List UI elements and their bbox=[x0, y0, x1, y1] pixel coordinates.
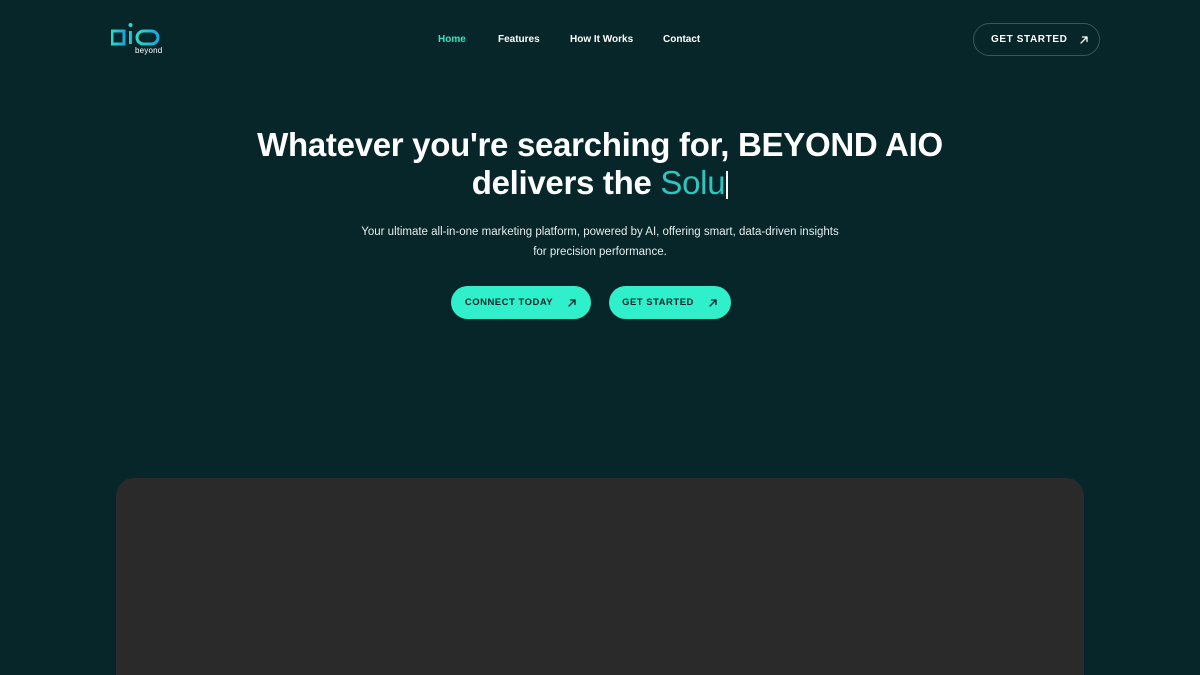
header-get-started-button[interactable]: GET STARTED bbox=[973, 23, 1100, 56]
connect-today-button[interactable]: CONNECT TODAY bbox=[451, 286, 591, 319]
dashboard-preview-panel bbox=[116, 478, 1084, 675]
hero-typed-text: Solu bbox=[660, 164, 726, 201]
arrow-up-right-icon bbox=[568, 298, 576, 307]
nav-item-features[interactable]: Features bbox=[498, 32, 540, 48]
hero-subtitle-line1: Your ultimate all-in-one marketing platf… bbox=[361, 226, 839, 238]
connect-today-label: CONNECT TODAY bbox=[464, 297, 554, 308]
nav-item-how-it-works[interactable]: How It Works bbox=[570, 32, 633, 48]
site-header: beyond Home Features How It Works Contac… bbox=[0, 0, 1200, 80]
hero-get-started-button[interactable]: GET STARTED bbox=[609, 286, 731, 319]
nav-item-contact[interactable]: Contact bbox=[663, 32, 700, 48]
hero-subtitle-line2: for precision performance. bbox=[533, 246, 667, 258]
arrow-up-right-icon bbox=[709, 298, 717, 307]
hero-title-line2: delivers the Solu bbox=[0, 164, 1200, 202]
hero-title: Whatever you're searching for, BEYOND AI… bbox=[0, 126, 1200, 202]
typing-caret bbox=[726, 171, 729, 199]
hero-subtitle: Your ultimate all-in-one marketing platf… bbox=[0, 222, 1200, 262]
hero-get-started-label: GET STARTED bbox=[622, 297, 694, 308]
arrow-up-right-icon bbox=[1080, 35, 1089, 44]
hero-title-line1: Whatever you're searching for, BEYOND AI… bbox=[257, 126, 943, 163]
hero-title-prefix: delivers the bbox=[471, 164, 661, 201]
nav-item-home[interactable]: Home bbox=[438, 32, 466, 48]
header-get-started-label: GET STARTED bbox=[991, 34, 1068, 45]
